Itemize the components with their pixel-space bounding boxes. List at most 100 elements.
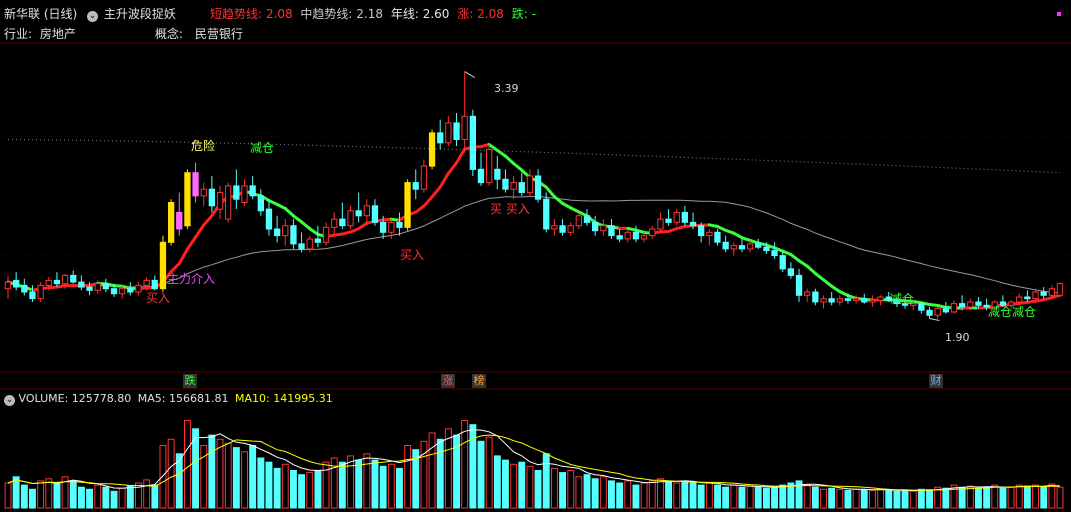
candle-body — [257, 195, 265, 212]
volume-bar — [167, 438, 175, 509]
volume-bar — [126, 485, 134, 509]
volume-bar — [363, 453, 371, 509]
volume-toggle-icon[interactable]: ⌄ — [4, 395, 15, 406]
volume-bar — [909, 490, 917, 509]
volume-bar — [241, 451, 249, 509]
trend-line-segment — [822, 278, 834, 288]
volume-bar — [820, 488, 827, 509]
volume-bar — [991, 484, 999, 509]
signal-reduce-3: 减仓减仓 — [988, 305, 1037, 319]
volume-bar — [249, 445, 257, 509]
candle-body — [665, 218, 672, 223]
badge-list[interactable]: 榜 — [472, 374, 486, 388]
volume-bar — [624, 480, 632, 509]
price-chart[interactable] — [0, 0, 1071, 512]
volume-bar — [20, 484, 28, 509]
signal-main-force: 主力介入 — [167, 272, 216, 286]
candle-body — [1040, 291, 1047, 296]
volume-bar — [681, 480, 689, 509]
candle-body — [942, 308, 950, 313]
candle-body — [494, 168, 501, 180]
trend-line-segment — [504, 154, 516, 165]
volume-bar — [657, 478, 664, 509]
signal-buy-2: 买入 — [400, 248, 425, 262]
candle-body — [322, 226, 330, 243]
candle-body — [747, 243, 754, 250]
volume-bar — [184, 420, 191, 509]
volume-bar — [803, 484, 811, 509]
candle-body — [583, 215, 591, 223]
candle-body — [1016, 296, 1023, 303]
candle-body — [225, 185, 232, 220]
volume-bar — [110, 490, 118, 509]
candle-body — [274, 228, 281, 237]
candle-body — [738, 245, 746, 250]
volume-bar — [893, 490, 901, 509]
candle-body — [551, 225, 558, 230]
volume-bar — [591, 478, 599, 509]
candle-body — [592, 221, 599, 232]
candle-body — [812, 291, 819, 303]
volume-bar — [852, 488, 860, 509]
ma5-value: 156681.81 — [169, 392, 229, 405]
badge-fall[interactable]: 跌 — [183, 374, 197, 388]
volume-label: VOLUME: — [18, 392, 69, 405]
candle-body — [331, 218, 338, 228]
candle-body — [29, 291, 36, 300]
volume-bar — [966, 485, 974, 509]
candle-body — [730, 245, 737, 250]
candle-body — [437, 132, 444, 144]
volume-bar — [69, 480, 77, 509]
volume-bar — [689, 482, 697, 509]
candle-body — [828, 298, 835, 303]
volume-bar — [379, 465, 387, 509]
trend-line-segment — [283, 207, 295, 218]
candle-body — [371, 205, 379, 223]
candle-body — [200, 188, 207, 197]
candle-body — [4, 281, 12, 290]
volume-bar — [999, 487, 1007, 509]
volume-value: 125778.80 — [71, 392, 132, 405]
volume-bar — [404, 445, 412, 509]
candle-body — [608, 225, 615, 237]
volume-bar — [697, 484, 705, 509]
volume-bar — [298, 474, 306, 509]
volume-bar — [493, 455, 501, 509]
volume-bar — [926, 489, 933, 509]
signal-danger: 危险 — [191, 139, 216, 153]
candle-body — [363, 205, 371, 217]
candle-body — [119, 288, 126, 295]
volume-bar — [78, 486, 85, 509]
badge-rise[interactable]: 涨 — [441, 374, 455, 388]
volume-bar — [86, 488, 93, 509]
candle-body — [233, 185, 240, 200]
candle-body — [208, 188, 215, 207]
candle-body — [53, 279, 61, 285]
candle-body — [380, 221, 387, 233]
volume-bar — [281, 463, 289, 509]
volume-bar — [542, 453, 550, 509]
candle-body — [241, 185, 248, 203]
volume-bar — [257, 457, 265, 509]
candle-body — [673, 211, 680, 223]
volume-bar — [224, 442, 232, 509]
candle-body — [722, 241, 729, 250]
volume-bar — [975, 487, 982, 509]
volume-bar — [94, 484, 102, 509]
volume-bar — [583, 474, 591, 509]
trend-line-segment — [194, 223, 206, 239]
candle-body — [21, 284, 28, 293]
volume-bar — [510, 463, 518, 509]
min-price-label: 1.90 — [945, 331, 970, 344]
volume-bar — [860, 489, 868, 509]
candle-body — [184, 172, 191, 227]
candle-body — [918, 303, 925, 311]
candle-body — [502, 178, 509, 190]
badge-finance[interactable]: 财 — [929, 374, 943, 388]
candle-body — [404, 182, 411, 228]
candle-body — [510, 182, 517, 190]
volume-bar — [314, 470, 322, 509]
candle-body — [624, 231, 631, 240]
ma5-label: MA5: — [137, 392, 166, 405]
volume-bar — [232, 447, 240, 509]
